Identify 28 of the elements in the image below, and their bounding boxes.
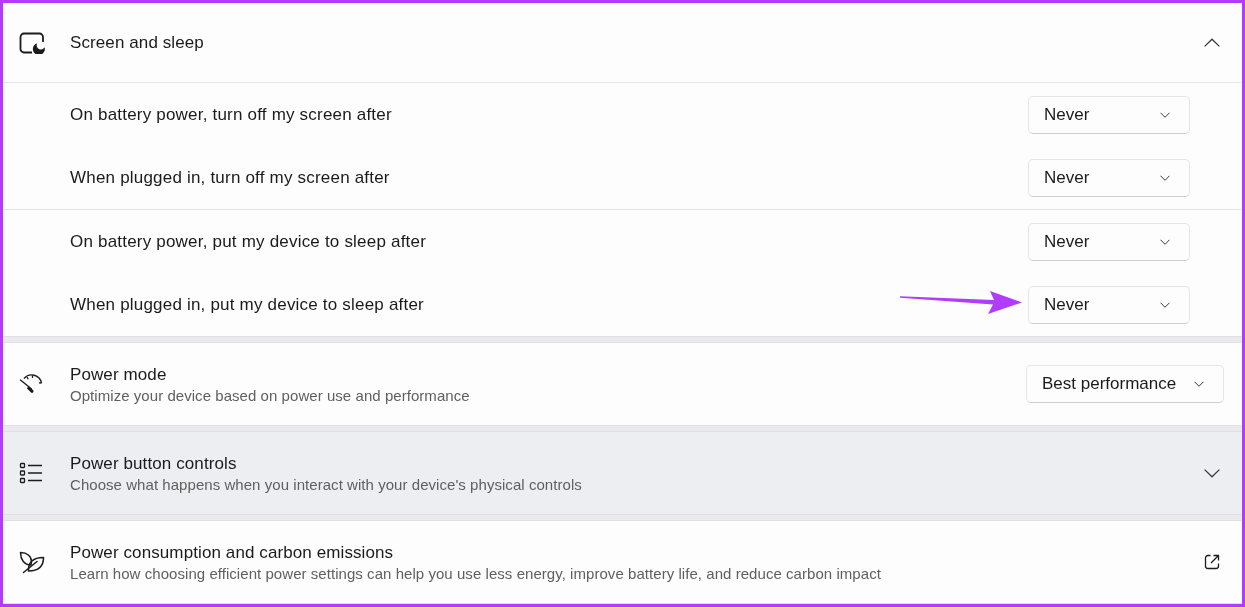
chevron-down-icon <box>1160 238 1170 245</box>
dropdown[interactable]: Never <box>1028 158 1190 197</box>
setting-title: Power mode <box>70 363 167 385</box>
chevron-down-icon <box>1160 111 1170 118</box>
chevron-down-icon[interactable] <box>1204 468 1220 478</box>
screen-moon-icon <box>19 31 45 54</box>
setting-label: On battery power, put my device to sleep after <box>70 231 426 252</box>
setting-label: On battery power, turn off my screen after <box>70 104 392 125</box>
chevron-down-icon <box>1160 301 1170 308</box>
external-link-icon[interactable] <box>1204 554 1220 570</box>
setting-title: Screen and sleep <box>70 32 204 53</box>
setting-title: Power button controls <box>70 452 237 474</box>
leaves-icon <box>19 550 45 574</box>
chevron-up-icon[interactable] <box>1204 38 1220 47</box>
chevron-down-icon <box>1194 381 1204 387</box>
dropdown[interactable]: Never <box>1028 285 1190 324</box>
dropdown[interactable]: Never <box>1028 95 1190 134</box>
setting-title: Power consumption and carbon emissions <box>70 541 394 563</box>
chevron-down-icon <box>1160 174 1170 181</box>
dropdown[interactable]: Never <box>1028 222 1190 261</box>
setting-description: Optimize your device based on power use and performance <box>70 385 470 405</box>
list-icon <box>19 462 43 484</box>
setting-description: Learn how choosing efficient power settings can help you use less energy, improve battery life, and reduce carbon impact <box>70 563 881 583</box>
gauge-icon <box>19 374 43 394</box>
setting-label: When plugged in, turn off my screen after <box>70 167 390 188</box>
setting-label: When plugged in, put my device to sleep after <box>70 294 424 315</box>
setting-description: Choose what happens when you interact with your device's physical controls <box>70 474 582 494</box>
dropdown[interactable]: Best performance <box>1026 365 1224 403</box>
